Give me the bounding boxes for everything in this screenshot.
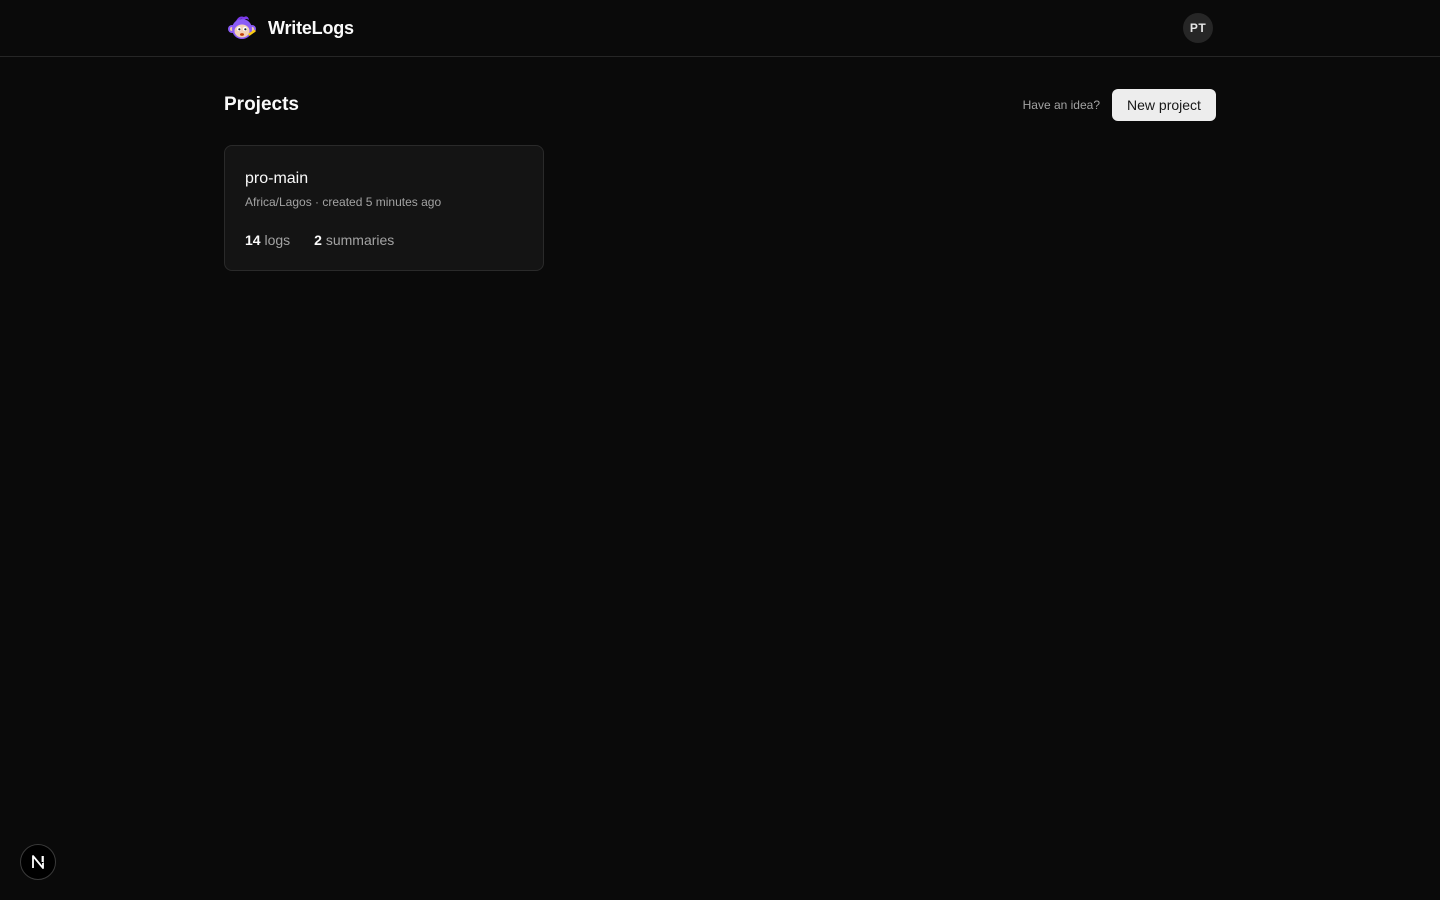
project-timezone: Africa/Lagos bbox=[245, 195, 312, 209]
project-stats: 14 logs 2 summaries bbox=[245, 231, 394, 249]
monkey-mascot-icon bbox=[228, 16, 256, 39]
nextjs-icon bbox=[32, 855, 44, 869]
summaries-count: 2 bbox=[314, 232, 322, 248]
user-avatar[interactable]: PT bbox=[1183, 13, 1213, 43]
logs-label: logs bbox=[264, 232, 291, 248]
idea-prompt-text: Have an idea? bbox=[1022, 98, 1100, 112]
project-card[interactable]: pro-main Africa/Lagos · created 5 minute… bbox=[224, 145, 544, 271]
summaries-label: summaries bbox=[325, 232, 395, 248]
brand-name: WriteLogs bbox=[268, 17, 354, 38]
summaries-stat: 2 summaries bbox=[314, 231, 394, 249]
new-project-button[interactable]: New project bbox=[1112, 89, 1216, 121]
project-name: pro-main bbox=[245, 170, 309, 187]
logs-count: 14 bbox=[245, 232, 261, 248]
page-title: Projects bbox=[224, 94, 299, 115]
nextjs-dev-badge[interactable] bbox=[20, 844, 56, 880]
brand-home-link[interactable]: WriteLogs bbox=[226, 12, 354, 44]
meta-separator: · bbox=[311, 195, 323, 209]
project-meta: Africa/Lagos · created 5 minutes ago bbox=[245, 194, 441, 210]
project-created: created 5 minutes ago bbox=[322, 195, 442, 209]
top-navigation-bar: WriteLogs PT bbox=[0, 0, 1440, 57]
logs-stat: 14 logs bbox=[245, 231, 290, 249]
